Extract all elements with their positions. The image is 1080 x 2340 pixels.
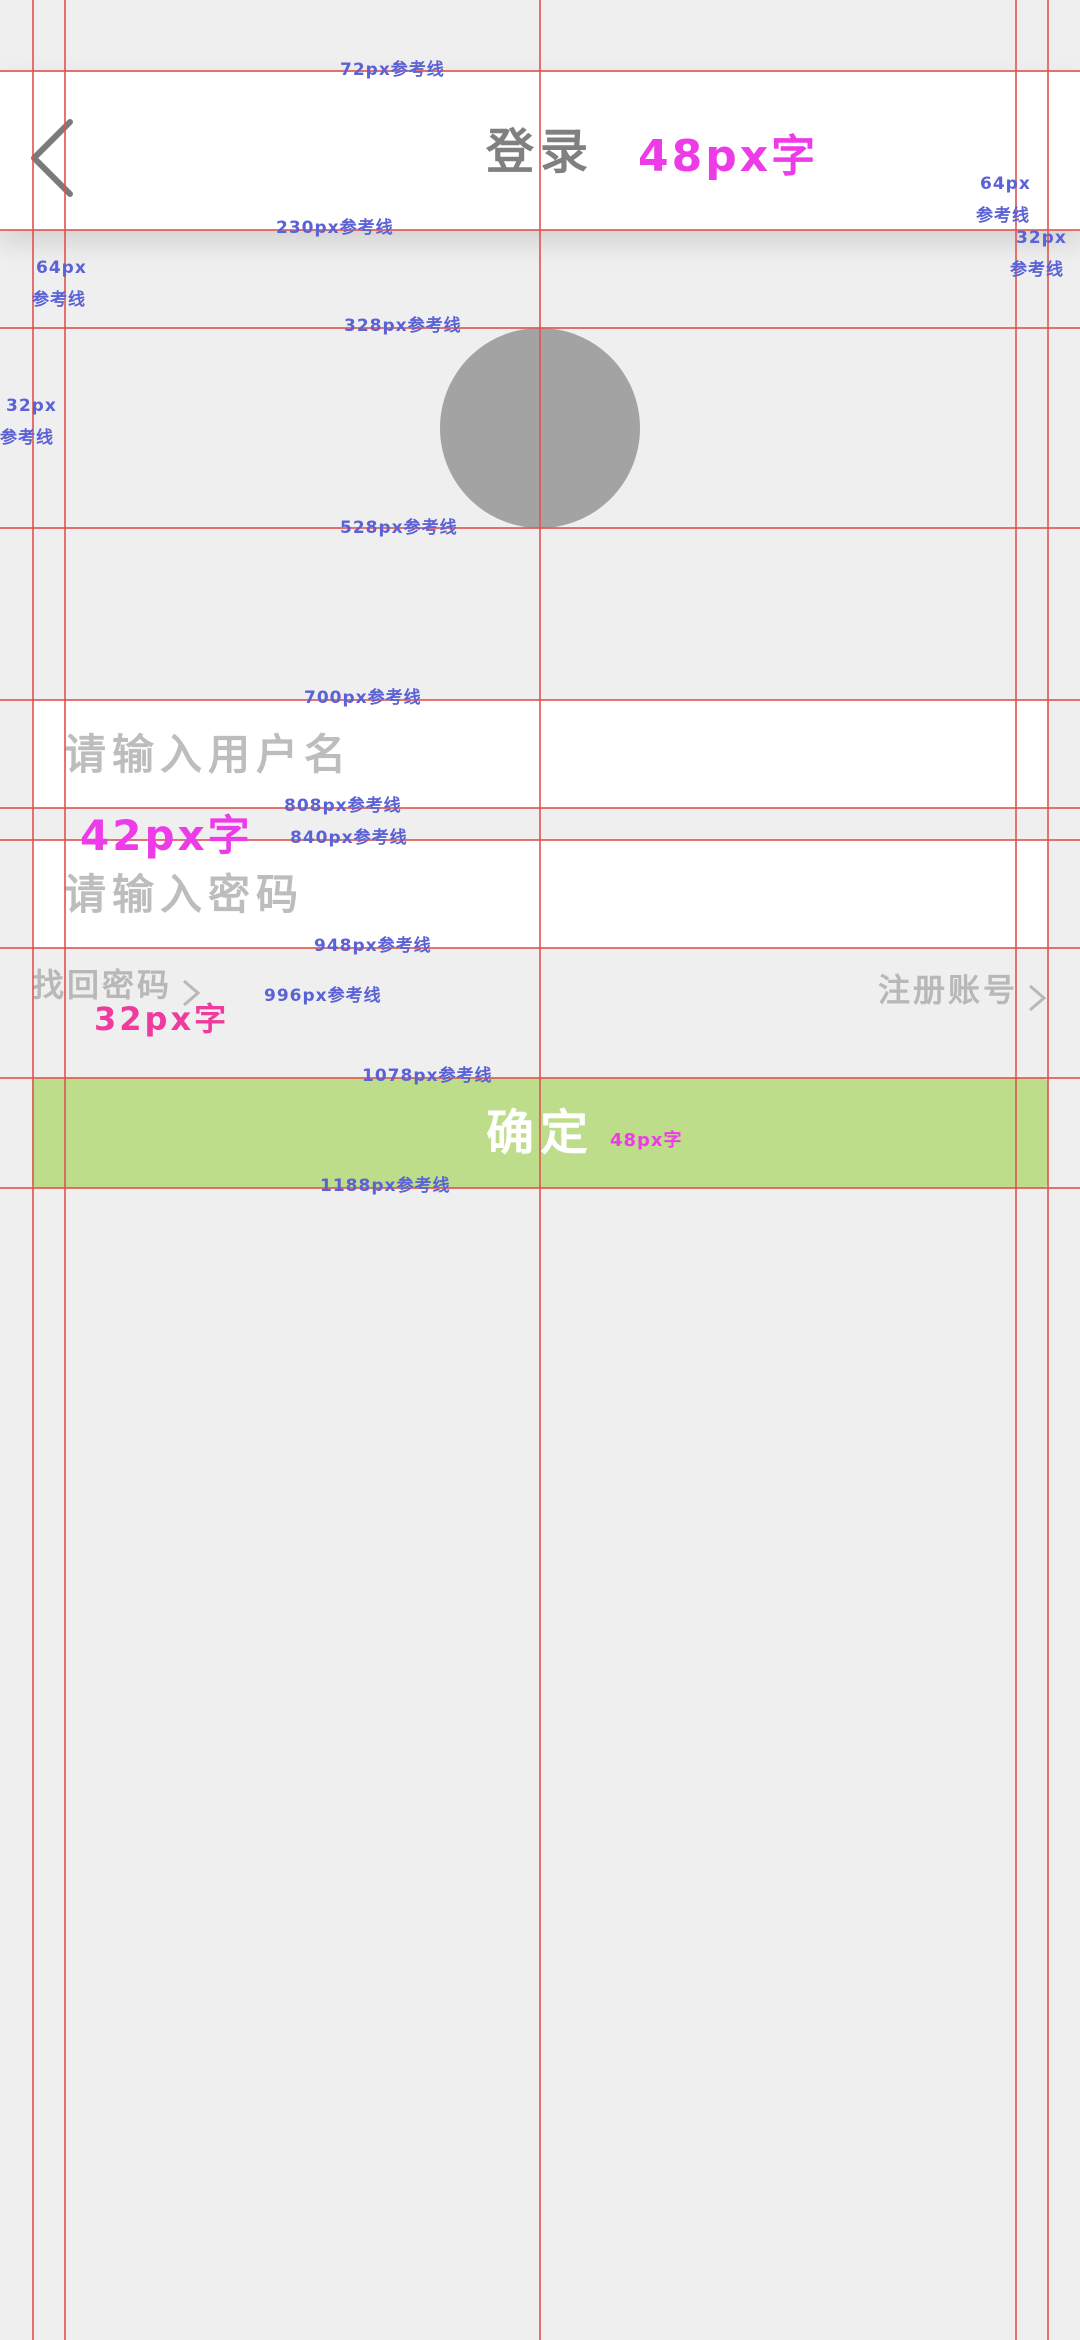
guide-note: 948px参考线 — [314, 936, 432, 956]
register-label: 注册账号 — [877, 971, 1018, 1009]
guide-note: 参考线 — [976, 206, 1030, 226]
guide-note: 参考线 — [32, 290, 86, 310]
font-size-note: 48px字 — [638, 131, 819, 182]
guide-line — [1015, 0, 1017, 2340]
guide-note: 参考线 — [1010, 260, 1064, 280]
guide-note: 1078px参考线 — [362, 1066, 493, 1086]
guide-line — [539, 0, 541, 2340]
guide-note: 64px — [980, 174, 1031, 194]
font-size-note: 42px字 — [80, 811, 253, 860]
guide-line — [1047, 0, 1049, 2340]
guide-note: 808px参考线 — [284, 796, 402, 816]
guide-note: 1188px参考线 — [320, 1176, 451, 1196]
username-input[interactable] — [64, 700, 1024, 808]
guide-note: 64px — [36, 258, 87, 278]
guide-note: 32px — [6, 396, 57, 416]
guide-note: 328px参考线 — [344, 316, 462, 336]
guide-note: 32px — [1016, 228, 1067, 248]
chevron-right-icon — [1026, 977, 1048, 1012]
guide-note: 840px参考线 — [290, 828, 408, 848]
guide-note: 230px参考线 — [276, 218, 394, 238]
guide-note: 参考线 — [0, 428, 54, 448]
guide-note: 72px参考线 — [340, 60, 445, 80]
guide-line — [64, 0, 66, 2340]
guide-note: 528px参考线 — [340, 518, 458, 538]
font-size-note: 32px字 — [94, 1000, 230, 1038]
font-size-note: 48px字 — [610, 1130, 683, 1151]
register-link[interactable]: 注册账号 — [878, 965, 1048, 1015]
guide-line — [32, 0, 34, 2340]
guide-note: 700px参考线 — [304, 688, 422, 708]
guide-note: 996px参考线 — [264, 986, 382, 1006]
